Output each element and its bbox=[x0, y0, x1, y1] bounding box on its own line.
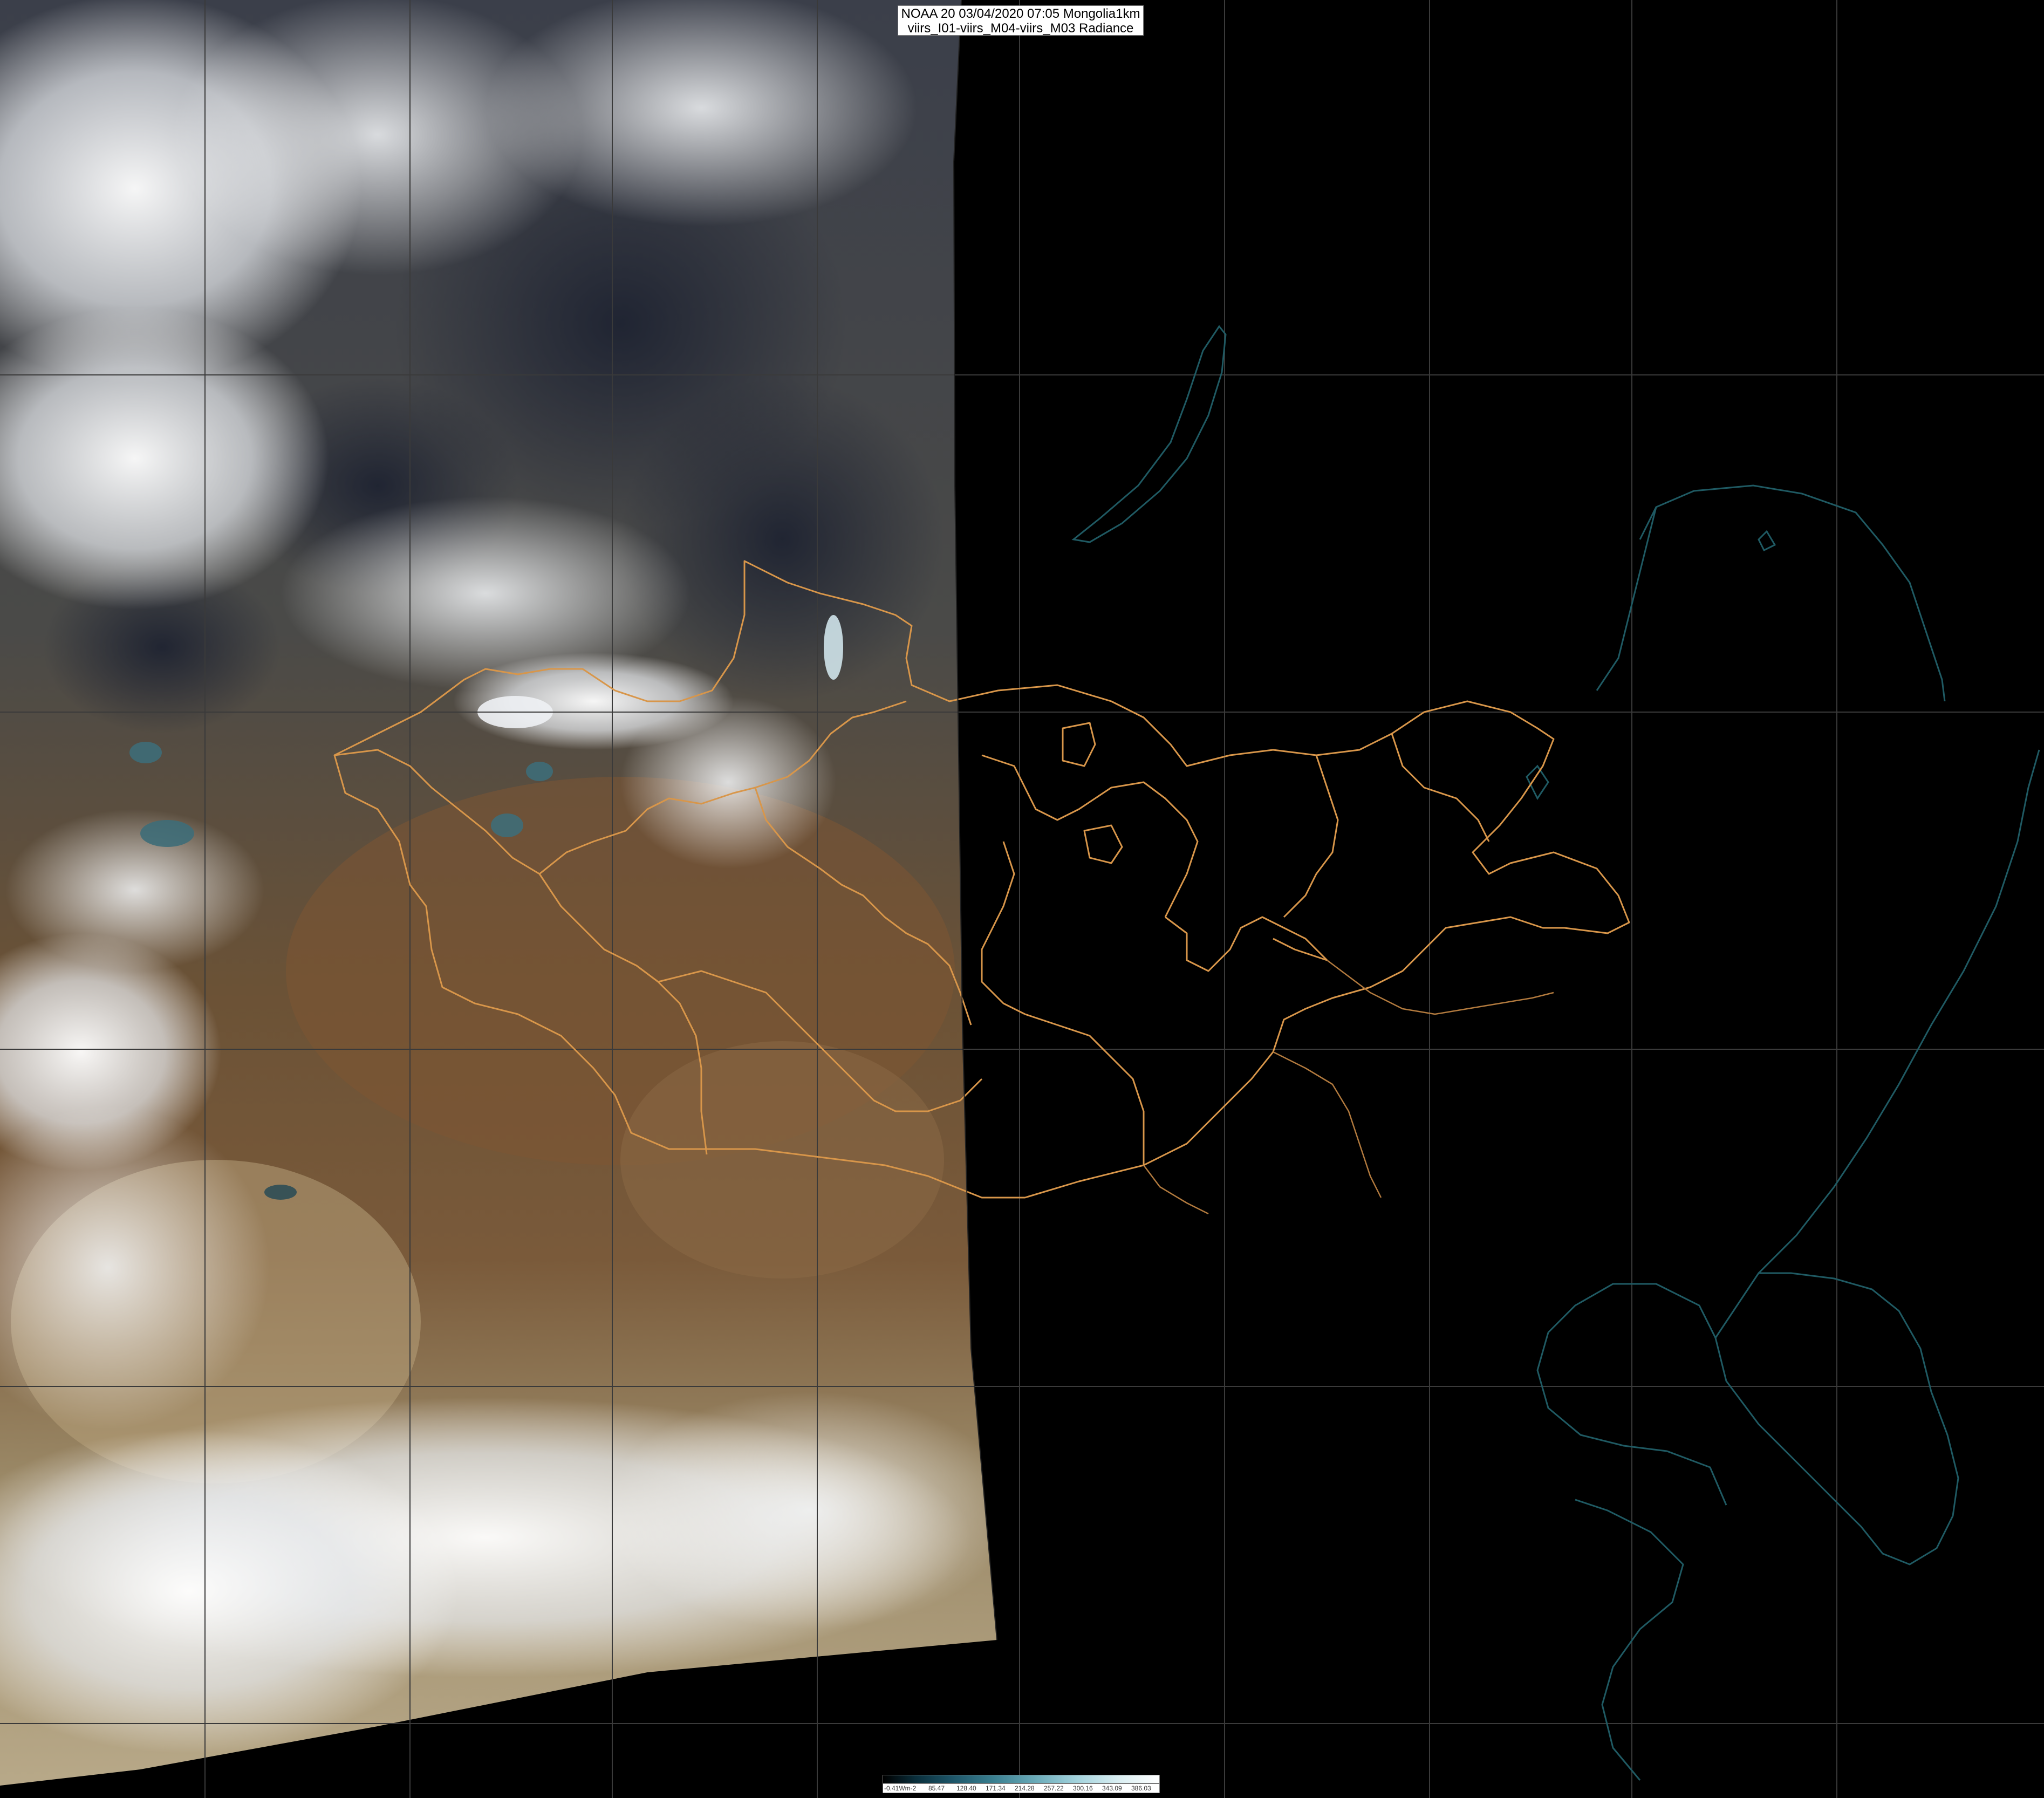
lake-outline-1 bbox=[1526, 764, 1549, 800]
internal-border-6 bbox=[981, 841, 1026, 1015]
internal-border-10 bbox=[1024, 1013, 1145, 1165]
image-title-box: NOAA 20 03/04/2020 07:05 Mongolia1km vii… bbox=[898, 5, 1144, 36]
colorbar-label: 128.40 bbox=[956, 1785, 976, 1792]
title-line-2: viirs_I01-viirs_M04-viirs_M03 Radiance bbox=[907, 21, 1134, 36]
lake-outline-2 bbox=[1758, 530, 1776, 552]
east-coastline bbox=[1758, 749, 2040, 1274]
colorbar-label: 343.09 bbox=[1102, 1785, 1122, 1792]
satellite-map bbox=[0, 0, 2044, 1798]
title-line-1: NOAA 20 03/04/2020 07:05 Mongolia1km bbox=[901, 6, 1140, 21]
coastlines bbox=[1071, 325, 2040, 1781]
internal-border-11 bbox=[1391, 733, 1490, 842]
colorbar-label: 85.47 bbox=[928, 1785, 945, 1792]
colorbar-label: 214.28 bbox=[1015, 1785, 1035, 1792]
internal-border-8 bbox=[1283, 755, 1339, 918]
internal-border-5 bbox=[981, 754, 1199, 918]
internal-border-7 bbox=[1165, 916, 1328, 972]
shandong-coast bbox=[1575, 1499, 1684, 1781]
colorbar-label: -0.41Wm-2 bbox=[884, 1785, 917, 1792]
colorbar-label: 171.34 bbox=[986, 1785, 1006, 1792]
radiance-colorbar bbox=[883, 1775, 1160, 1783]
east-borders bbox=[1143, 960, 1554, 1215]
colorbar-labels: -0.41Wm-2 85.47 128.40 171.34 214.28 257… bbox=[883, 1783, 1160, 1793]
lake-border-a bbox=[1062, 722, 1096, 767]
colorbar-label: 300.16 bbox=[1073, 1785, 1093, 1792]
west-coastline-north bbox=[1596, 507, 1657, 691]
internal-border-9 bbox=[1273, 938, 1328, 961]
lake-border-b bbox=[1083, 824, 1123, 864]
colorbar-label: 257.22 bbox=[1044, 1785, 1064, 1792]
northeast-coastline bbox=[1639, 484, 1946, 702]
colorbar-label: 386.03 bbox=[1131, 1785, 1151, 1792]
lake-baikal-outline bbox=[1071, 325, 1227, 543]
satellite-swath bbox=[0, 0, 997, 1786]
